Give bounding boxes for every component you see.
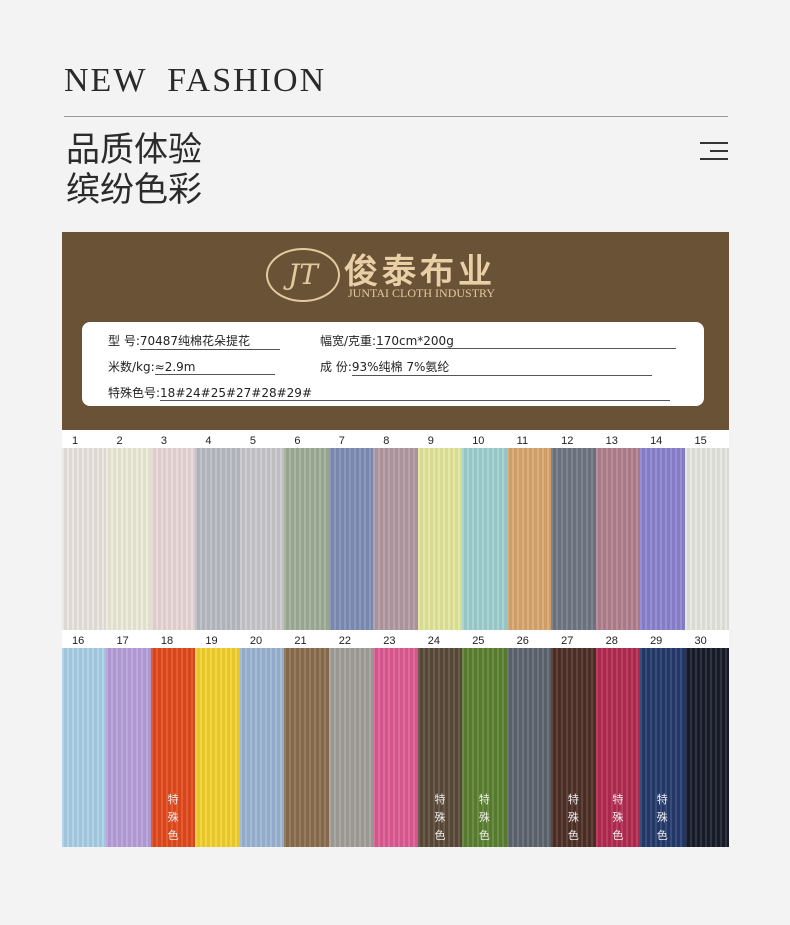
- swatch-30: [684, 648, 729, 847]
- swatch-number: 4: [205, 435, 212, 447]
- swatch-number: 23: [383, 635, 396, 647]
- swatch-number: 2: [116, 435, 123, 447]
- headline: NEW FASHION: [64, 62, 327, 99]
- brand-name-en: JUNTAI CLOTH INDUSTRY: [348, 286, 496, 300]
- swatch-number: 7: [338, 435, 345, 447]
- swatch-number: 17: [116, 635, 129, 647]
- spec-special: 特殊色号:18#24#25#27#28#29#: [108, 384, 671, 401]
- swatch-number: 28: [605, 635, 618, 647]
- swatch-15: [684, 448, 729, 630]
- color-card: JT 俊泰布业 JUNTAI CLOTH INDUSTRY 型 号:70487纯…: [62, 232, 729, 847]
- swatch-number: 20: [249, 635, 263, 647]
- swatch-6: [284, 448, 330, 630]
- brand-band: JT 俊泰布业 JUNTAI CLOTH INDUSTRY 型 号:70487纯…: [62, 232, 729, 430]
- swatch-number: 11: [516, 435, 529, 447]
- swatch-number: 1: [72, 435, 79, 447]
- swatch-10: [462, 448, 508, 630]
- special-color-label: 特殊色: [167, 793, 179, 842]
- tagline-colors: 缤纷色彩: [66, 170, 202, 210]
- swatch-number: 15: [694, 435, 707, 447]
- swatch-2: [106, 448, 152, 630]
- swatch-number: 10: [472, 435, 485, 447]
- swatch-number: 13: [605, 435, 618, 447]
- swatch-number: 9: [427, 435, 434, 447]
- swatch-number: 30: [694, 635, 707, 647]
- spec-box: 型 号:70487纯棉花朵提花 幅宽/克重:170cm*200g 米数/kg:≈…: [82, 322, 704, 406]
- spec-width: 幅宽/克重:170cm*200g: [320, 332, 677, 349]
- swatch-21: [284, 648, 330, 847]
- swatch-number: 8: [383, 435, 390, 447]
- swatch-number: 29: [650, 635, 663, 647]
- divider: [64, 116, 728, 117]
- swatch-11: [506, 448, 552, 630]
- swatch-number: 19: [205, 635, 218, 647]
- spec-meter: 米数/kg:≈2.9m: [108, 358, 275, 375]
- swatch-23: [373, 648, 419, 847]
- swatch-14: [640, 448, 686, 630]
- spec-composition: 成 份:93%纯棉 7%氨纶: [320, 358, 652, 376]
- swatch-number: 16: [72, 635, 85, 647]
- swatch-4: [195, 448, 241, 630]
- special-color-label: 特殊色: [478, 793, 490, 842]
- swatch-number: 25: [472, 635, 485, 647]
- swatch-8: [373, 448, 419, 630]
- swatch-5: [239, 448, 285, 630]
- swatch-20: [239, 648, 285, 847]
- swatch-number: 6: [294, 435, 301, 447]
- swatch-19: [195, 648, 241, 847]
- swatch-26: [506, 648, 552, 847]
- swatch-13: [595, 448, 641, 630]
- swatch-number: 21: [294, 635, 307, 647]
- swatch-number: 3: [160, 435, 168, 447]
- swatch-9: [417, 448, 463, 630]
- swatch-12: [551, 448, 597, 630]
- swatch-number: 26: [516, 635, 529, 647]
- swatch-16: [62, 648, 107, 847]
- swatch-number: 12: [561, 435, 574, 447]
- special-color-label: 特殊色: [656, 793, 668, 842]
- swatch-number: 14: [650, 435, 663, 447]
- swatch-number: 18: [160, 635, 174, 647]
- swatch-22: [328, 648, 374, 847]
- brand-logo: JT: [266, 248, 340, 302]
- special-color-label: 特殊色: [612, 793, 624, 842]
- spec-model: 型 号:70487纯棉花朵提花: [108, 332, 280, 350]
- swatch-7: [328, 448, 374, 630]
- swatch-number: 22: [338, 635, 352, 647]
- menu-icon[interactable]: [700, 142, 728, 162]
- special-color-label: 特殊色: [434, 793, 446, 842]
- special-color-label: 特殊色: [567, 793, 579, 842]
- swatch-3: [150, 448, 196, 630]
- tagline-quality: 品质体验: [66, 130, 202, 170]
- swatch-number: 24: [427, 635, 440, 647]
- swatch-17: [106, 648, 152, 847]
- swatch-number: 5: [249, 435, 256, 447]
- swatch-1: [62, 448, 107, 630]
- swatch-number: 27: [561, 635, 574, 647]
